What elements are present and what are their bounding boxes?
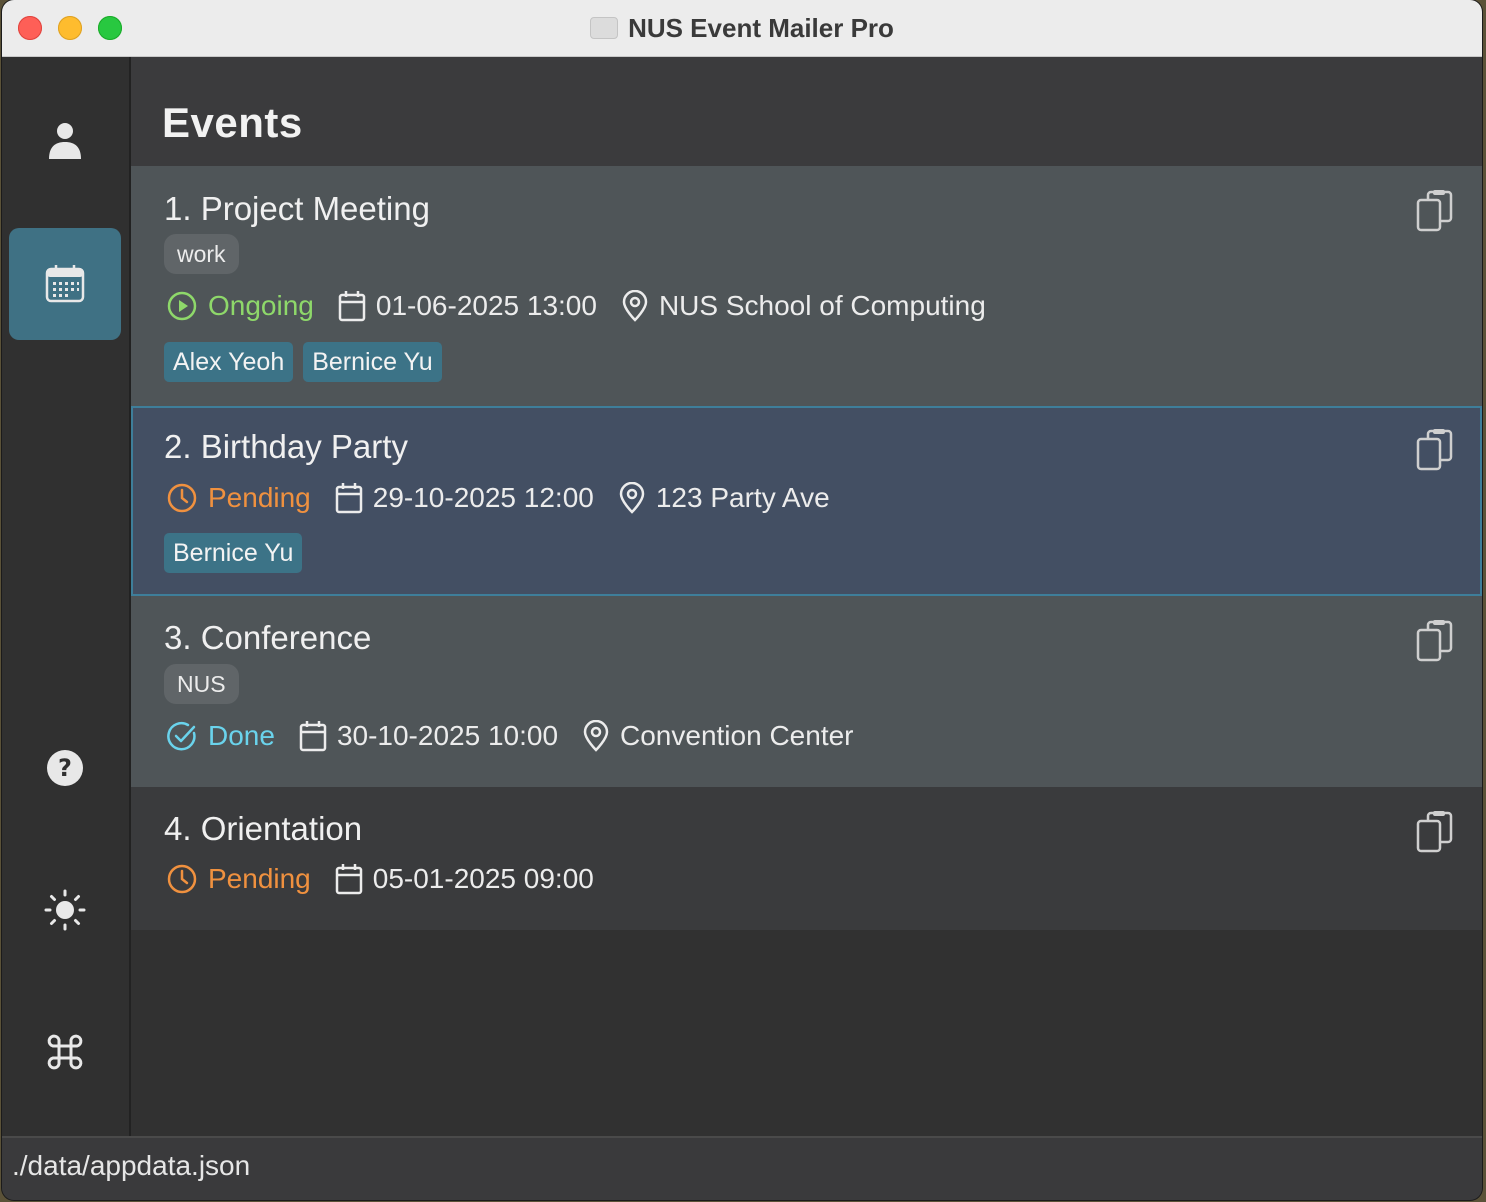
window-title: NUS Event Mailer Pro: [628, 12, 894, 43]
event-card[interactable]: 1. Project Meeting work Ongoing 01-06-20…: [131, 166, 1482, 406]
calendar-icon: [335, 483, 363, 514]
attendee-chip[interactable]: Bernice Yu: [303, 342, 442, 382]
calendar-icon: [45, 265, 85, 303]
clock-icon: [167, 864, 197, 894]
question-icon: ?: [47, 750, 83, 786]
main-panel: Events 1. Project Meeting work Ongoing 0…: [131, 57, 1482, 1138]
sidebar-item-help[interactable]: ?: [9, 712, 121, 824]
app-icon: [590, 17, 619, 39]
copy-icon[interactable]: [1416, 811, 1454, 855]
event-title: 2. Birthday Party: [164, 428, 408, 465]
status-pending: Pending: [166, 482, 311, 514]
clock-icon: [167, 483, 197, 513]
status-done: Done: [166, 720, 275, 752]
status-label: Pending: [208, 863, 311, 894]
command-icon: [47, 1034, 83, 1070]
event-datetime: 30-10-2025 10:00: [336, 720, 559, 751]
event-title: 1. Project Meeting: [164, 190, 430, 227]
event-card[interactable]: 3. Conference NUS Done 30-10-2025 10:00 …: [131, 596, 1482, 787]
event-location: NUS School of Computing: [658, 290, 986, 321]
event-card[interactable]: 4. Orientation Pending 05-01-2025 09:00: [131, 787, 1482, 930]
event-location: Convention Center: [620, 720, 854, 751]
svg-text:?: ?: [58, 754, 72, 782]
status-bar: ./data/appdata.json: [2, 1136, 1482, 1200]
data-file-path: ./data/appdata.json: [12, 1150, 251, 1181]
person-icon: [49, 123, 81, 159]
status-pending: Pending: [166, 863, 311, 895]
check-circle-icon: [167, 721, 196, 751]
copy-icon[interactable]: [1416, 190, 1454, 234]
event-tag: NUS: [164, 664, 239, 704]
attendee-chip[interactable]: Bernice Yu: [164, 533, 303, 573]
event-title: 4. Orientation: [164, 810, 363, 847]
play-circle-icon: [167, 291, 197, 321]
app-window: NUS Event Mailer Pro ? Events 1. Project…: [2, 0, 1482, 1200]
status-ongoing: Ongoing: [166, 290, 314, 322]
attendee-chip[interactable]: Alex Yeoh: [164, 342, 294, 382]
attendee-list: Bernice Yu: [164, 533, 303, 573]
sidebar-item-events[interactable]: [9, 228, 121, 340]
location-pin-icon: [619, 482, 645, 514]
location-pin-icon: [622, 290, 648, 322]
event-datetime: 05-01-2025 09:00: [372, 863, 594, 894]
calendar-icon: [299, 721, 327, 752]
sidebar: ?: [2, 57, 131, 1138]
page-header: Events: [131, 57, 1482, 166]
calendar-icon: [335, 864, 363, 895]
location-pin-icon: [583, 720, 609, 752]
sidebar-item-theme[interactable]: [9, 854, 121, 966]
status-label: Done: [208, 720, 275, 751]
copy-icon[interactable]: [1416, 620, 1454, 664]
title-bar: NUS Event Mailer Pro: [2, 0, 1482, 57]
event-datetime: 29-10-2025 12:00: [372, 482, 594, 513]
page-title: Events: [162, 99, 303, 146]
event-title: 3. Conference: [164, 619, 372, 656]
attendee-list: Alex Yeoh Bernice Yu: [164, 342, 442, 382]
event-card-selected[interactable]: 2. Birthday Party Pending 29-10-2025 12:…: [131, 406, 1482, 596]
event-tag: work: [164, 234, 239, 274]
sidebar-item-contacts[interactable]: [9, 85, 121, 197]
sidebar-item-commands[interactable]: [9, 996, 121, 1108]
calendar-icon: [338, 291, 366, 322]
sun-icon: [44, 889, 86, 931]
status-label: Ongoing: [208, 290, 314, 321]
copy-icon[interactable]: [1416, 429, 1454, 473]
event-location: 123 Party Ave: [655, 482, 830, 513]
event-datetime: 01-06-2025 13:00: [375, 290, 597, 321]
status-label: Pending: [208, 482, 311, 513]
